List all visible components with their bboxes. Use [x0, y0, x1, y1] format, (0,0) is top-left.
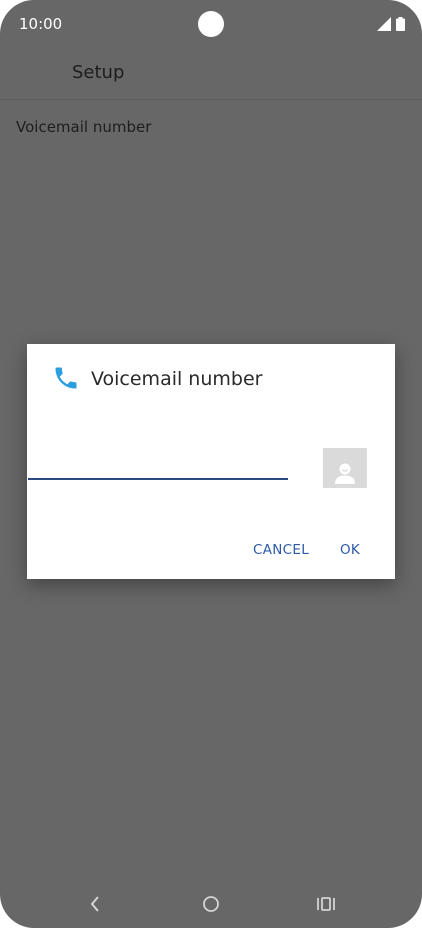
app-bar: Setup	[0, 48, 422, 100]
recents-button[interactable]	[312, 892, 340, 916]
settings-item-voicemail-number[interactable]: Voicemail number	[16, 116, 151, 138]
contact-picker-button[interactable]	[323, 448, 367, 488]
status-bar: 10:00	[0, 0, 422, 48]
battery-icon	[396, 17, 405, 31]
ok-button[interactable]: OK	[334, 536, 366, 564]
back-icon	[90, 896, 99, 912]
back-button[interactable]	[81, 892, 109, 916]
page-title: Setup	[72, 62, 125, 83]
recents-icon	[317, 897, 335, 911]
home-button[interactable]	[197, 892, 225, 916]
phone-screen: 10:00 Setup Voicemail number Voicemail n…	[0, 0, 422, 928]
phone-icon	[55, 367, 77, 389]
status-icons	[377, 16, 405, 32]
camera-cutout	[198, 11, 224, 37]
navigation-bar	[0, 878, 422, 928]
voicemail-number-input[interactable]	[28, 446, 288, 480]
status-time: 10:00	[19, 15, 63, 33]
dialog-title: Voicemail number	[91, 368, 263, 390]
signal-icon	[377, 17, 391, 31]
contact-picker-icon	[335, 463, 355, 484]
dialog-actions: CANCEL OK	[27, 536, 395, 564]
home-icon	[203, 896, 219, 912]
cancel-button[interactable]: CANCEL	[247, 536, 315, 564]
